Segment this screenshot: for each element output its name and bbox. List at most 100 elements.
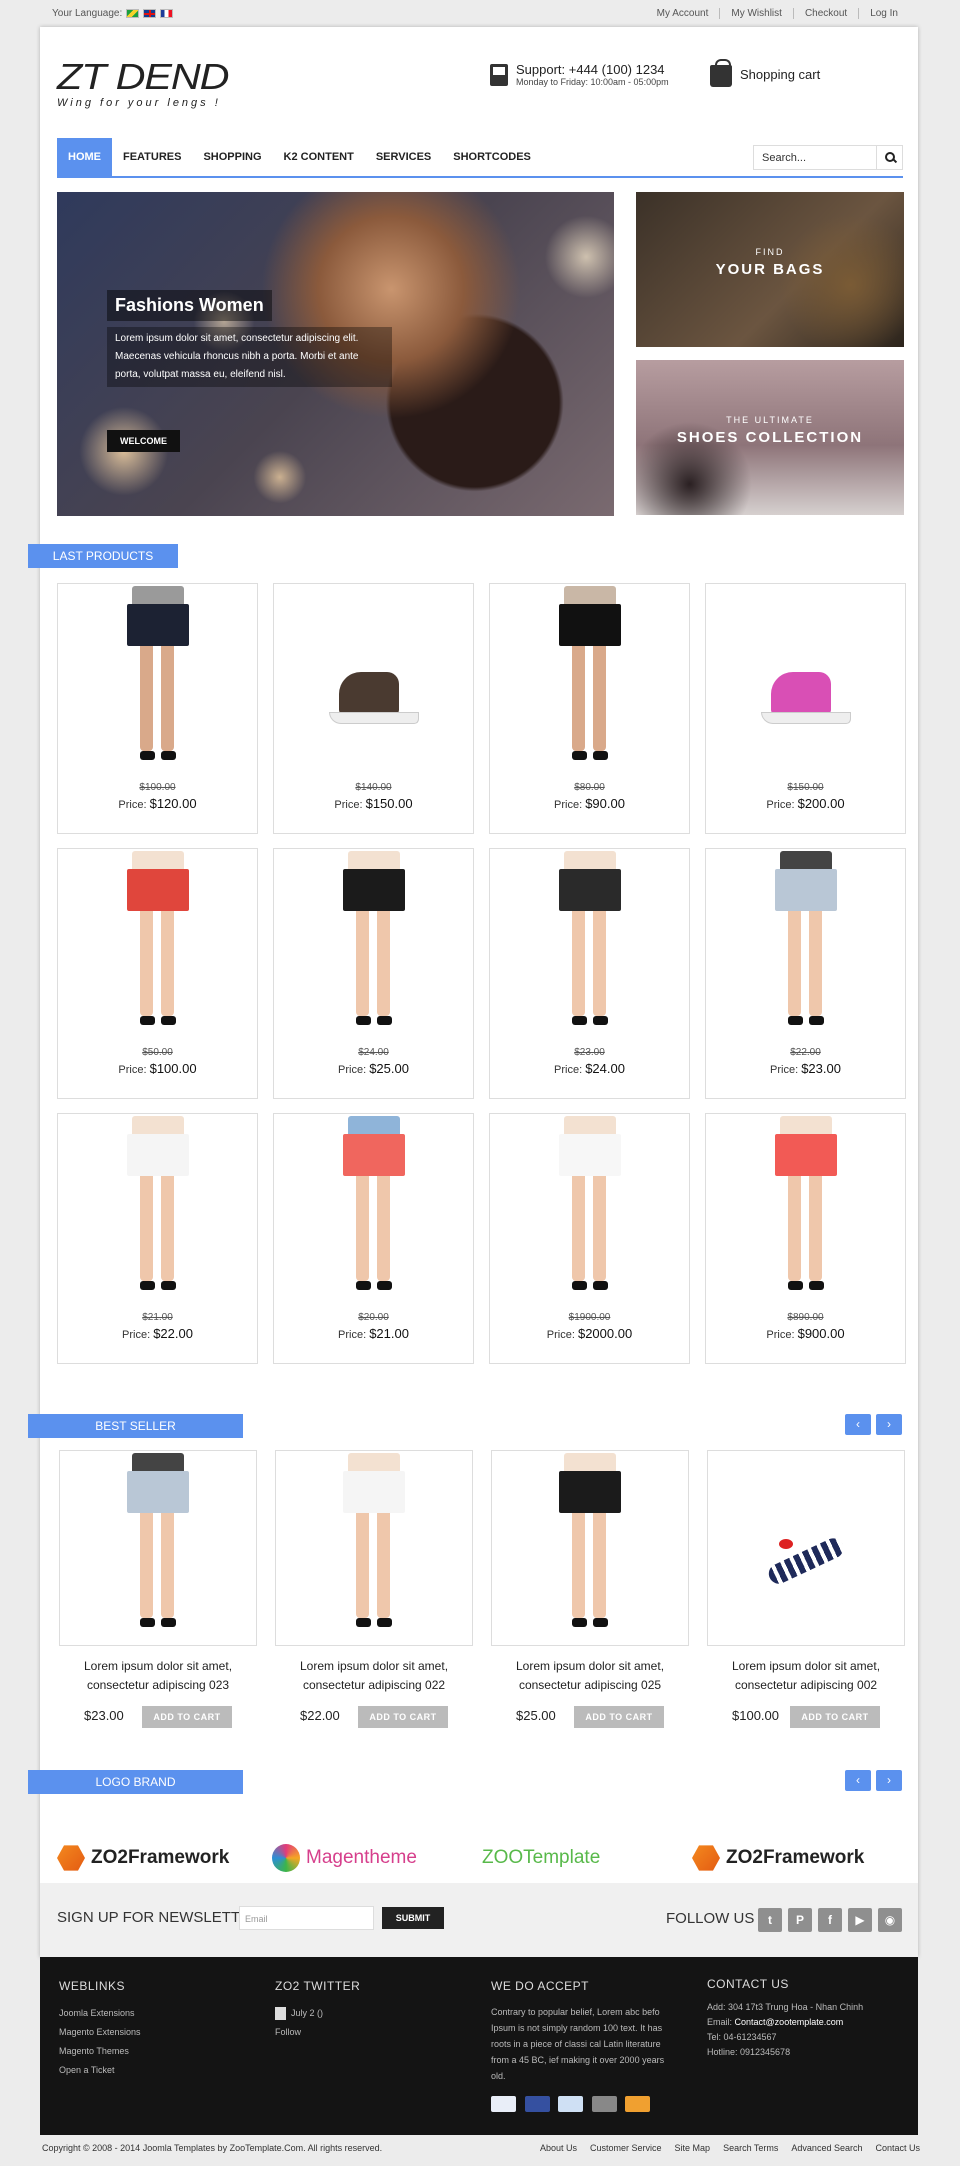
nav-home[interactable]: HOME bbox=[57, 138, 112, 176]
brand-logo[interactable]: Magentheme bbox=[272, 1838, 417, 1878]
promo-large-text: SHOES COLLECTION bbox=[676, 429, 864, 446]
shopping-bag-icon bbox=[710, 59, 732, 87]
product-image-frame bbox=[274, 584, 473, 779]
product-image bbox=[127, 1453, 189, 1627]
contact-email-row: Email: Contact@zootemplate.com bbox=[707, 2015, 907, 2030]
search-box[interactable]: Search... bbox=[753, 145, 903, 170]
product-card[interactable]: $20.00 Price: $21.00 bbox=[273, 1113, 474, 1364]
product-card[interactable]: $100.00 Price: $120.00 bbox=[57, 583, 258, 834]
contact-us-link[interactable]: Contact Us bbox=[875, 2143, 920, 2153]
flag-france-icon[interactable] bbox=[160, 9, 174, 18]
newsletter-email-input[interactable]: Email bbox=[239, 1906, 374, 1930]
product-card[interactable]: $140.00 Price: $150.00 bbox=[273, 583, 474, 834]
product-card[interactable]: $1900.00 Price: $2000.00 bbox=[489, 1113, 690, 1364]
old-price: $150.00 bbox=[787, 782, 824, 793]
youtube-icon[interactable]: ▶ bbox=[848, 1908, 872, 1932]
checkout-link[interactable]: Checkout bbox=[794, 8, 860, 19]
best-seller-name[interactable]: Lorem ipsum dolor sit amet, consectetur … bbox=[491, 1657, 689, 1695]
advanced-search-link[interactable]: Advanced Search bbox=[791, 2143, 862, 2153]
product-card[interactable]: $80.00 Price: $90.00 bbox=[489, 583, 690, 834]
search-terms-link[interactable]: Search Terms bbox=[723, 2143, 778, 2153]
search-input[interactable]: Search... bbox=[754, 152, 876, 164]
contact-email-link[interactable]: Contact@zootemplate.com bbox=[735, 2017, 844, 2027]
brand-next-button[interactable]: › bbox=[876, 1770, 902, 1791]
product-card[interactable]: $21.00 Price: $22.00 bbox=[57, 1113, 258, 1364]
hero-banner[interactable]: Fashions Women Lorem ipsum dolor sit ame… bbox=[57, 192, 614, 516]
product-card[interactable]: $22.00 Price: $23.00 bbox=[705, 848, 906, 1099]
best-seller-price: $25.00 bbox=[516, 1708, 556, 1723]
weblink-magento-themes[interactable]: Magento Themes bbox=[59, 2042, 239, 2061]
rss-icon[interactable]: ◉ bbox=[878, 1908, 902, 1932]
language-selector: Your Language: bbox=[52, 8, 174, 19]
product-card[interactable]: $24.00 Price: $25.00 bbox=[273, 848, 474, 1099]
best-seller-name[interactable]: Lorem ipsum dolor sit amet, consectetur … bbox=[59, 1657, 257, 1695]
add-to-cart-button[interactable]: ADD TO CART bbox=[142, 1706, 232, 1728]
about-us-link[interactable]: About Us bbox=[540, 2143, 577, 2153]
pinterest-icon[interactable]: P bbox=[788, 1908, 812, 1932]
nav-features[interactable]: FEATURES bbox=[112, 138, 192, 176]
tweet-icon bbox=[275, 2007, 286, 2020]
twitter-icon[interactable]: t bbox=[758, 1908, 782, 1932]
site-map-link[interactable]: Site Map bbox=[675, 2143, 711, 2153]
weblink-open-ticket[interactable]: Open a Ticket bbox=[59, 2061, 239, 2080]
product-card[interactable]: $890.00 Price: $900.00 bbox=[705, 1113, 906, 1364]
product-card[interactable]: $150.00 Price: $200.00 bbox=[705, 583, 906, 834]
site-logo[interactable]: ZT DEND Wing for your lengs ! bbox=[57, 59, 229, 110]
brand-logo[interactable]: ZO2Framework bbox=[57, 1838, 229, 1878]
product-image bbox=[126, 851, 189, 1025]
tweet-date[interactable]: July 2 () bbox=[291, 2004, 323, 2023]
weblink-joomla-extensions[interactable]: Joomla Extensions bbox=[59, 2004, 239, 2023]
accept-title: WE DO ACCEPT bbox=[491, 1979, 590, 1993]
brand-logo[interactable]: ZOOTemplate bbox=[482, 1838, 600, 1878]
nav-k2-content[interactable]: K2 CONTENT bbox=[273, 138, 365, 176]
cart-label: Shopping cart bbox=[740, 66, 821, 82]
footer-contact: CONTACT US Add: 304 17t3 Trung Hoa - Nha… bbox=[707, 1977, 907, 2060]
best-seller-name[interactable]: Lorem ipsum dolor sit amet, consectetur … bbox=[275, 1657, 473, 1695]
product-image-frame bbox=[706, 584, 905, 779]
facebook-icon[interactable]: f bbox=[818, 1908, 842, 1932]
promo-shoes[interactable]: THE ULTIMATE SHOES COLLECTION bbox=[636, 360, 904, 515]
promo-bags[interactable]: FIND YOUR BAGS bbox=[636, 192, 904, 347]
bottom-links: About Us Customer Service Site Map Searc… bbox=[540, 2143, 920, 2153]
twitter-follow-link[interactable]: Follow bbox=[275, 2023, 455, 2042]
add-to-cart-button[interactable]: ADD TO CART bbox=[358, 1706, 448, 1728]
best-seller-next-button[interactable]: › bbox=[876, 1414, 902, 1435]
brand-logo[interactable]: ZO2Framework bbox=[692, 1838, 864, 1878]
hero-caption: Fashions Women Lorem ipsum dolor sit ame… bbox=[107, 290, 392, 452]
my-account-link[interactable]: My Account bbox=[646, 8, 721, 19]
customer-service-link[interactable]: Customer Service bbox=[590, 2143, 662, 2153]
product-image bbox=[342, 851, 405, 1025]
add-to-cart-button[interactable]: ADD TO CART bbox=[574, 1706, 664, 1728]
login-link[interactable]: Log In bbox=[859, 8, 898, 19]
newsletter-submit-button[interactable]: SUBMIT bbox=[382, 1907, 444, 1929]
my-wishlist-link[interactable]: My Wishlist bbox=[720, 8, 794, 19]
product-image-frame bbox=[490, 1114, 689, 1309]
best-seller-prev-button[interactable]: ‹ bbox=[845, 1414, 871, 1435]
flag-brazil-icon[interactable] bbox=[126, 9, 140, 18]
old-price: $140.00 bbox=[355, 782, 392, 793]
product-image-frame bbox=[706, 1114, 905, 1309]
shopping-cart[interactable]: Shopping cart bbox=[710, 59, 821, 87]
best-seller-card[interactable] bbox=[491, 1450, 689, 1646]
best-seller-card[interactable] bbox=[707, 1450, 905, 1646]
old-price: $890.00 bbox=[787, 1312, 824, 1323]
best-seller-name[interactable]: Lorem ipsum dolor sit amet, consectetur … bbox=[707, 1657, 905, 1695]
best-seller-card[interactable] bbox=[59, 1450, 257, 1646]
product-card[interactable]: $50.00 Price: $100.00 bbox=[57, 848, 258, 1099]
weblink-magento-extensions[interactable]: Magento Extensions bbox=[59, 2023, 239, 2042]
nav-shopping[interactable]: SHOPPING bbox=[192, 138, 272, 176]
search-icon[interactable] bbox=[876, 146, 902, 169]
paypal-icon bbox=[558, 2096, 584, 2112]
promo-small-text: THE ULTIMATE bbox=[726, 415, 814, 425]
product-card[interactable]: $23.00 Price: $24.00 bbox=[489, 848, 690, 1099]
nav-services[interactable]: SERVICES bbox=[365, 138, 442, 176]
brand-prev-button[interactable]: ‹ bbox=[845, 1770, 871, 1791]
flag-uk-icon[interactable] bbox=[143, 9, 157, 18]
product-image bbox=[774, 851, 837, 1025]
welcome-button[interactable]: WELCOME bbox=[107, 430, 180, 452]
price-value: $22.00 bbox=[153, 1326, 193, 1341]
nav-shortcodes[interactable]: SHORTCODES bbox=[442, 138, 542, 176]
best-seller-card[interactable] bbox=[275, 1450, 473, 1646]
add-to-cart-button[interactable]: ADD TO CART bbox=[790, 1706, 880, 1728]
product-price: Price: $200.00 bbox=[706, 796, 905, 811]
